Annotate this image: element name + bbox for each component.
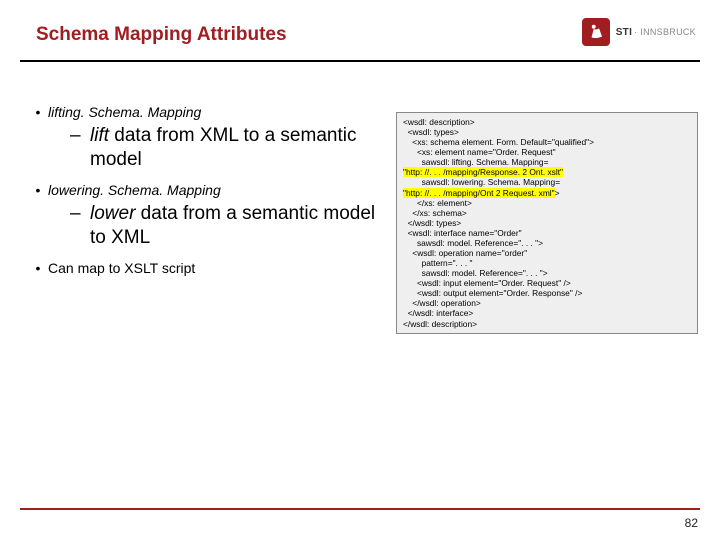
logo-sub: · INNSBRUCK bbox=[634, 27, 696, 37]
code-line: </xs: schema> bbox=[403, 208, 467, 218]
code-line: </wsdl: description> bbox=[403, 319, 477, 329]
footer-rule bbox=[20, 508, 700, 510]
code-line: </wsdl: types> bbox=[403, 218, 461, 228]
code-line: sawsdl: model. Reference=". . . "> bbox=[403, 268, 548, 278]
bullet-3-text: Can map to XSLT script bbox=[48, 258, 384, 278]
code-line: <wsdl: operation name="order" bbox=[403, 248, 527, 258]
subbullet-2-ital: lower bbox=[90, 203, 135, 224]
code-line: sawsdl: lowering. Schema. Mapping= "http… bbox=[403, 177, 560, 197]
slide: Schema Mapping Attributes STI · INNSBRUC… bbox=[0, 0, 720, 540]
code-line: <wsdl: input element="Order. Request" /> bbox=[403, 278, 571, 288]
code-line: <xs: element name="Order. Request" bbox=[403, 147, 556, 157]
bullet-1-text: lifting. Schema. Mapping bbox=[48, 102, 384, 122]
body: • lifting. Schema. Mapping – lift data f… bbox=[28, 102, 384, 280]
code-line: <wsdl: description> bbox=[403, 117, 475, 127]
code-line: </wsdl: interface> bbox=[403, 308, 473, 318]
bullet-dot-icon: • bbox=[28, 102, 48, 122]
code-box: <wsdl: description> <wsdl: types> <xs: s… bbox=[396, 112, 698, 334]
code-frag: sawsdl: lowering. Schema. Mapping= bbox=[403, 177, 560, 187]
logo-mark-icon bbox=[582, 18, 610, 46]
subbullet-2: – lower data from a semantic model to XM… bbox=[70, 202, 384, 250]
bullet-dot-icon: • bbox=[28, 180, 48, 200]
subbullet-1-rest: data from XML to a semantic model bbox=[90, 125, 356, 170]
code-highlight: "http: //. . . /mapping/Ont 2 Request. x… bbox=[403, 188, 555, 198]
bullet-2: • lowering. Schema. Mapping bbox=[28, 180, 384, 200]
code-line: pattern=". . . " bbox=[403, 258, 473, 268]
code-frag: sawsdl: lifting. Schema. Mapping= bbox=[403, 157, 548, 167]
code-line: <wsdl: interface name="Order" bbox=[403, 228, 522, 238]
subbullet-1-text: lift data from XML to a semantic model bbox=[90, 124, 384, 172]
subbullet-1-ital: lift bbox=[90, 125, 109, 146]
dash-icon: – bbox=[70, 124, 90, 172]
logo: STI · INNSBRUCK bbox=[582, 18, 696, 46]
code-line: </xs: element> bbox=[403, 198, 472, 208]
code-line: <wsdl: output element="Order. Response" … bbox=[403, 288, 582, 298]
code-frag: > bbox=[555, 188, 560, 198]
code-pre: <wsdl: description> <wsdl: types> <xs: s… bbox=[403, 117, 691, 329]
code-highlight: "http: //. . . /mapping/Response. 2 Ont.… bbox=[403, 167, 563, 177]
subbullet-1: – lift data from XML to a semantic model bbox=[70, 124, 384, 172]
bullet-1: • lifting. Schema. Mapping bbox=[28, 102, 384, 122]
code-line: sawsdl: lifting. Schema. Mapping= "http:… bbox=[403, 157, 563, 177]
code-line: <wsdl: types> bbox=[403, 127, 459, 137]
logo-sub-text: INNSBRUCK bbox=[640, 27, 696, 37]
bullet-3: • Can map to XSLT script bbox=[28, 258, 384, 278]
dash-icon: – bbox=[70, 202, 90, 250]
code-line: </wsdl: operation> bbox=[403, 298, 481, 308]
title-rule bbox=[20, 60, 700, 62]
page-number: 82 bbox=[685, 516, 698, 530]
subbullet-2-text: lower data from a semantic model to XML bbox=[90, 202, 384, 250]
bullet-dot-icon: • bbox=[28, 258, 48, 278]
code-line: sawsdl: model. Reference=". . . "> bbox=[403, 238, 543, 248]
code-line: <xs: schema element. Form. Default="qual… bbox=[403, 137, 594, 147]
bullet-2-text: lowering. Schema. Mapping bbox=[48, 180, 384, 200]
logo-brand: STI bbox=[616, 27, 632, 38]
